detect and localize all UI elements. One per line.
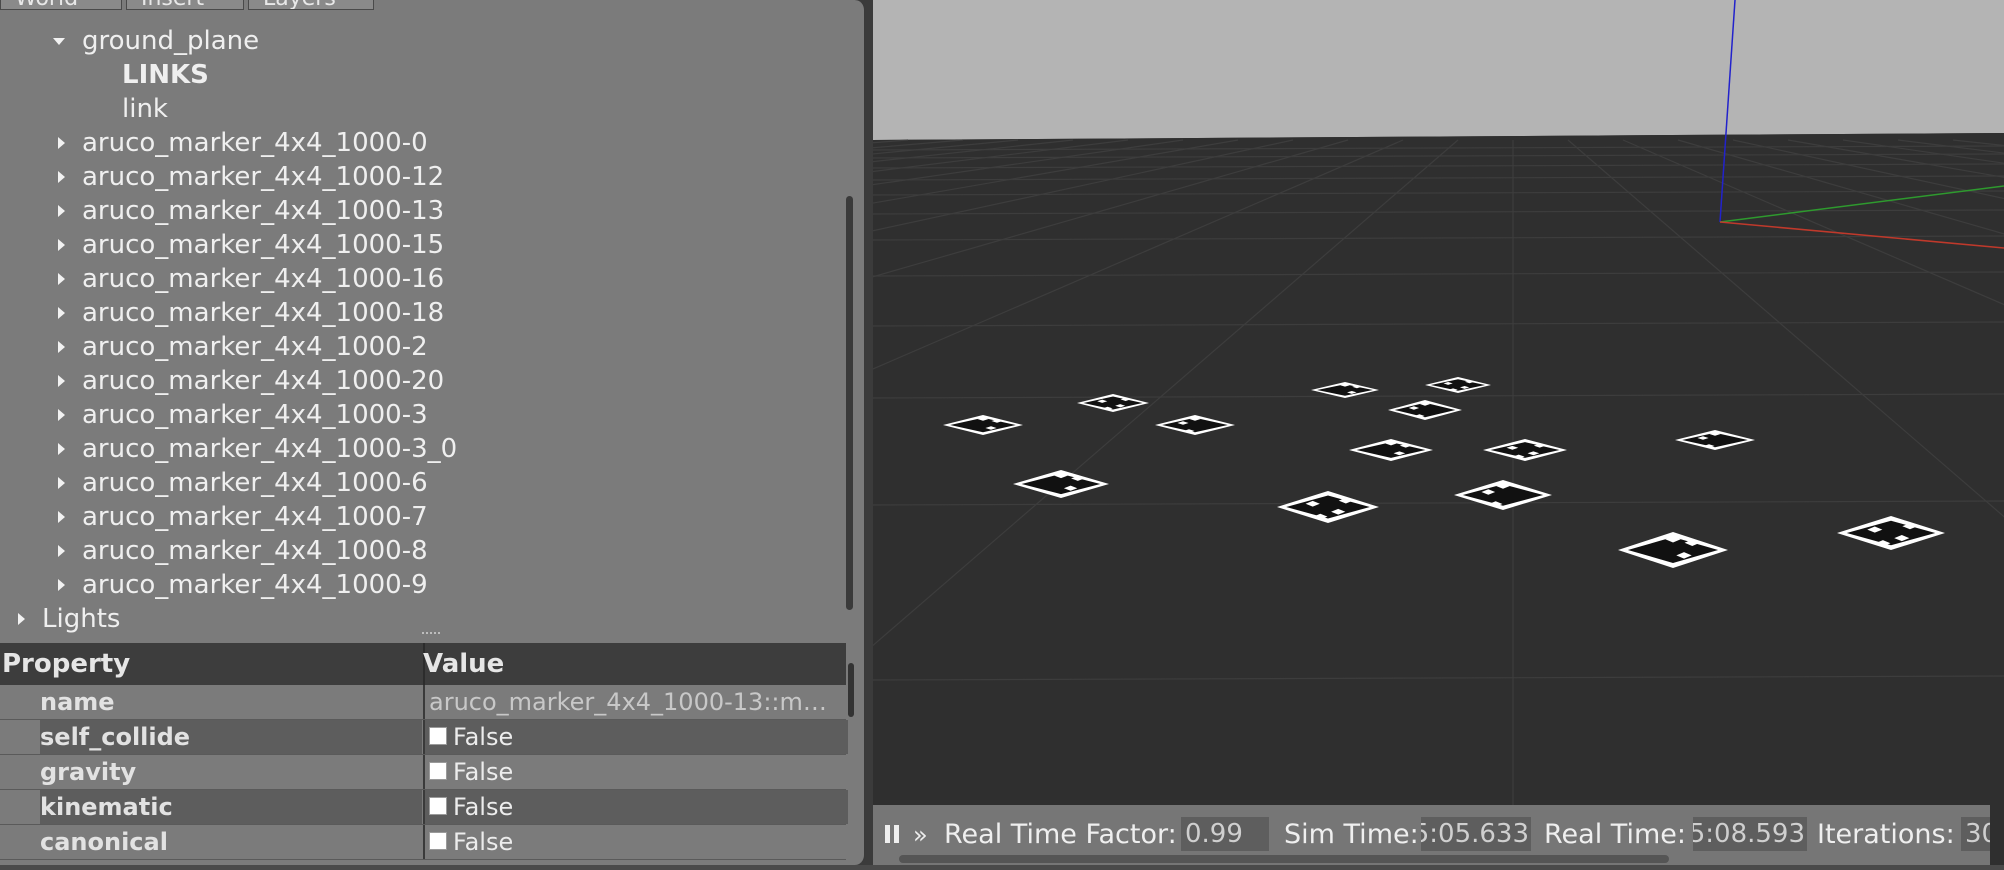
iterations-value: 30 [1961,817,1990,851]
expand-arrow-icon[interactable] [58,375,65,387]
tree-item-label: aruco_marker_4x4_1000-16 [82,264,445,294]
tab-layers[interactable]: Layers [248,0,374,10]
tree-item-label: ground_plane [82,26,260,56]
tree-item-links-header: LINKS [122,60,209,90]
expand-arrow-icon[interactable] [58,511,65,523]
tab-insert[interactable]: Insert [126,0,244,10]
checkbox-icon[interactable] [429,797,447,815]
scene-canvas[interactable] [873,0,2004,870]
column-header-value: Value [423,649,505,679]
tab-world-label: World [15,0,78,9]
expand-arrow-icon[interactable] [58,545,65,557]
property-value[interactable]: False [423,720,848,754]
property-name: canonical [40,828,168,856]
tree-item-link[interactable]: link [122,92,168,126]
expand-arrow-icon[interactable] [58,205,65,217]
tree-item-label: aruco_marker_4x4_1000-2 [82,332,428,362]
property-value-text: False [453,793,514,821]
property-row[interactable]: name aruco_marker_4x4_1000-13::m… [0,685,846,720]
expand-arrow-icon[interactable] [58,477,65,489]
expand-arrow-icon[interactable] [58,443,65,455]
expand-arrow-icon[interactable] [58,307,65,319]
tree-item-label: aruco_marker_4x4_1000-8 [82,536,428,566]
tree-item-label: Lights [42,604,121,634]
checkbox-icon[interactable] [429,832,447,850]
tree-item-label: aruco_marker_4x4_1000-12 [82,162,445,192]
tree-item-label: aruco_marker_4x4_1000-7 [82,502,428,532]
expand-arrow-icon[interactable] [58,341,65,353]
tree-item-label: aruco_marker_4x4_1000-0 [82,128,428,158]
expand-arrow-icon[interactable] [58,409,65,421]
tree-item-label: aruco_marker_4x4_1000-18 [82,298,445,328]
left-panel: World Insert Layers ground_plane LINKS l… [0,0,865,865]
property-name: self_collide [40,720,422,754]
expand-arrow-icon[interactable] [58,579,65,591]
expand-arrow-icon[interactable] [58,273,65,285]
window-bottom-edge [0,865,2004,870]
tree-item-label: aruco_marker_4x4_1000-9 [82,570,428,600]
tree-item-label: aruco_marker_4x4_1000-20 [82,366,445,396]
property-value[interactable]: False [423,755,848,789]
property-row[interactable]: self_collide False [0,720,848,755]
tree-item-label: aruco_marker_4x4_1000-6 [82,468,428,498]
splitter-handle[interactable] [422,632,440,638]
3d-viewport[interactable] [873,0,2004,870]
property-row[interactable]: canonical False [0,825,848,860]
status-bar: » Real Time Factor: 0.99 Sim Time: 5:05.… [873,805,1990,865]
property-name: gravity [40,758,137,786]
real-time-factor-value: 0.99 [1181,817,1269,851]
property-value[interactable]: aruco_marker_4x4_1000-13::m… [423,685,852,719]
property-table-header: Property Value [0,643,846,685]
tab-world[interactable]: World [0,0,122,10]
property-value[interactable]: False [423,825,848,859]
tree-item-label: aruco_marker_4x4_1000-3_0 [82,434,458,464]
tree-item-label: aruco_marker_4x4_1000-13 [82,196,445,226]
property-value-text: False [453,723,514,751]
tree-item-label: aruco_marker_4x4_1000-15 [82,230,445,260]
tree-item-label: aruco_marker_4x4_1000-3 [82,400,428,430]
tab-layers-label: Layers [263,0,336,9]
property-scrollbar[interactable] [848,663,854,717]
real-time-value: 5:08.593 [1693,817,1807,851]
property-name: kinematic [40,790,422,824]
tree-scrollbar[interactable] [846,196,853,610]
property-value-text: False [453,758,514,786]
status-horizontal-scrollbar[interactable] [899,855,1669,863]
expand-arrow-icon[interactable] [58,137,65,149]
property-name: name [40,688,115,716]
property-value-text: False [453,828,514,856]
collapse-arrow-icon[interactable] [53,38,65,45]
property-value[interactable]: False [423,790,848,824]
pause-icon[interactable] [885,825,899,843]
property-row[interactable]: kinematic False [0,790,848,825]
expand-arrow-icon[interactable] [58,239,65,251]
property-value-text: aruco_marker_4x4_1000-13::m… [429,688,827,716]
column-header-property: Property [2,649,131,679]
sky [873,0,2004,140]
expand-arrow-icon[interactable] [18,613,25,625]
checkbox-icon[interactable] [429,727,447,745]
expand-arrow-icon[interactable] [58,171,65,183]
tab-insert-label: Insert [141,0,204,9]
property-row[interactable]: gravity False [0,755,848,790]
iterations-label: Iterations: [1817,819,1955,850]
sim-time-value: 5:05.633 [1421,817,1531,851]
checkbox-icon[interactable] [429,762,447,780]
